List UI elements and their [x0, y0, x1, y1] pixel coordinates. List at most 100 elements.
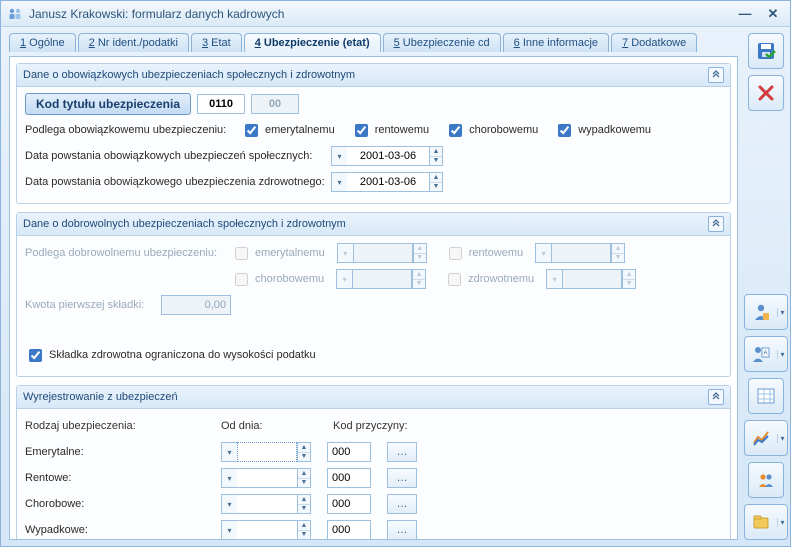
group-title: Dane o dobrowolnych ubezpieczeniach społ…: [23, 218, 346, 230]
dereg-reason-lookup-button[interactable]: …: [387, 520, 417, 540]
mandatory-subject-label: Podlega obowiązkowemu ubezpieczeniu:: [25, 124, 235, 136]
col-date-header: Od dnia:: [221, 420, 327, 432]
people-button[interactable]: [748, 462, 784, 498]
insurance-title-code-button[interactable]: Kod tytułu ubezpieczenia: [25, 93, 191, 115]
tab-0[interactable]: 1 Ogólne: [9, 33, 76, 52]
dereg-date-input[interactable]: [237, 468, 297, 488]
tab-6[interactable]: 7 Dodatkowe: [611, 33, 697, 52]
dereg-date-picker[interactable]: ▾ ▲▼: [221, 520, 311, 540]
dropdown-icon[interactable]: ▾: [221, 494, 237, 514]
cb-vol-chorobowemu: chorobowemu: [231, 270, 324, 289]
dereg-date-picker[interactable]: ▾ ▲▼: [221, 442, 311, 462]
health-date-label: Data powstania obowiązkowego ubezpieczen…: [25, 176, 325, 188]
dereg-row: Chorobowe: ▾ ▲▼ …: [25, 493, 722, 515]
app-window: Janusz Krakowski: formularz danych kadro…: [0, 0, 791, 547]
title-code-input[interactable]: [197, 94, 245, 114]
collapse-button[interactable]: [708, 67, 724, 83]
group-header: Wyrejestrowanie z ubezpieczeń: [17, 386, 730, 409]
vol-emeryt-date: ▾▲▼: [337, 243, 427, 263]
tab-3[interactable]: 4 Ubezpieczenie (etat): [244, 33, 381, 52]
cb-emerytalnemu[interactable]: emerytalnemu: [241, 121, 335, 140]
dropdown-icon[interactable]: ▾: [331, 146, 347, 166]
dereg-reason-code[interactable]: [327, 520, 371, 540]
vol-zdr-date: ▾▲▼: [546, 269, 636, 289]
close-button[interactable]: ✕: [762, 6, 784, 22]
window-title: Janusz Krakowski: formularz danych kadro…: [29, 7, 734, 21]
tab-1[interactable]: 2 Nr ident./podatki: [78, 33, 189, 52]
dropdown-icon[interactable]: ▾: [221, 442, 237, 462]
folder-button[interactable]: ▾: [744, 504, 788, 540]
dereg-reason-lookup-button[interactable]: …: [387, 494, 417, 514]
cb-vol-zdrowotnemu: zdrowotnemu: [444, 270, 534, 289]
social-date-input[interactable]: [347, 146, 429, 166]
minimize-button[interactable]: —: [734, 6, 756, 22]
collapse-button[interactable]: [708, 216, 724, 232]
dereg-row: Wypadkowe:▾▲▼…: [25, 519, 722, 540]
group-header: Dane o obowiązkowych ubezpieczeniach spo…: [17, 64, 730, 87]
dereg-row: Rentowe: ▾ ▲▼ …: [25, 467, 722, 489]
dereg-reason-code[interactable]: [327, 468, 371, 488]
spinner[interactable]: ▲▼: [297, 468, 311, 488]
vol-chor-date: ▾▲▼: [336, 269, 426, 289]
group-body: Rodzaj ubezpieczenia: Od dnia: Kod przyc…: [17, 409, 730, 540]
chart-button[interactable]: ▾: [744, 420, 788, 456]
title-code-suffix: [251, 94, 299, 114]
dropdown-icon[interactable]: ▾: [777, 434, 787, 443]
window-body: 1 Ogólne2 Nr ident./podatki3 Etat4 Ubezp…: [1, 27, 790, 546]
dropdown-icon[interactable]: ▾: [331, 172, 347, 192]
svg-text:A: A: [764, 351, 768, 357]
dropdown-icon[interactable]: ▾: [777, 350, 787, 359]
dereg-date-input[interactable]: [237, 520, 297, 540]
dereg-reason-code[interactable]: [327, 442, 371, 462]
tab-content: Dane o obowiązkowych ubezpieczeniach spo…: [9, 56, 738, 540]
dereg-reason-code[interactable]: [327, 494, 371, 514]
dereg-reason-lookup-button[interactable]: …: [387, 442, 417, 462]
health-date-input[interactable]: [347, 172, 429, 192]
table-button[interactable]: [748, 378, 784, 414]
voluntary-subject-label: Podlega dobrowolnemu ubezpieczeniu:: [25, 247, 225, 259]
cancel-button[interactable]: [748, 75, 784, 111]
social-date-picker[interactable]: ▾ ▲▼: [331, 146, 443, 166]
cb-wypadkowemu[interactable]: wypadkowemu: [554, 121, 651, 140]
dropdown-icon[interactable]: ▾: [777, 308, 787, 317]
titlebar: Janusz Krakowski: formularz danych kadro…: [1, 1, 790, 27]
person-button[interactable]: ▾: [744, 294, 788, 330]
group-header: Dane o dobrowolnych ubezpieczeniach społ…: [17, 213, 730, 236]
right-toolbar: ▾ A ▾ ▾ ▾: [742, 27, 790, 546]
group-title: Dane o obowiązkowych ubezpieczeniach spo…: [23, 69, 355, 81]
tab-4[interactable]: 5 Ubezpieczenie cd: [383, 33, 501, 52]
col-type-header: Rodzaj ubezpieczenia:: [25, 420, 215, 432]
dropdown-icon[interactable]: ▾: [777, 518, 787, 527]
group-body: Kod tytułu ubezpieczenia Podlega obowiąz…: [17, 87, 730, 203]
spinner[interactable]: ▲▼: [429, 146, 443, 166]
dereg-date-input[interactable]: [237, 442, 297, 462]
cb-vol-emerytalnemu: emerytalnemu: [231, 244, 325, 263]
spinner[interactable]: ▲▼: [297, 520, 311, 540]
spinner[interactable]: ▲▼: [429, 172, 443, 192]
spinner[interactable]: ▲▼: [297, 442, 311, 462]
cb-rentowemu[interactable]: rentowemu: [351, 121, 429, 140]
dropdown-icon[interactable]: ▾: [221, 468, 237, 488]
save-button[interactable]: [748, 33, 784, 69]
spinner[interactable]: ▲▼: [297, 494, 311, 514]
person-note-button[interactable]: A ▾: [744, 336, 788, 372]
dereg-date-picker[interactable]: ▾ ▲▼: [221, 468, 311, 488]
cb-chorobowemu[interactable]: chorobowemu: [445, 121, 538, 140]
collapse-button[interactable]: [708, 389, 724, 405]
dereg-date-picker[interactable]: ▾ ▲▼: [221, 494, 311, 514]
cb-limited-health[interactable]: Składka zdrowotna ograniczona do wysokoś…: [25, 346, 316, 365]
dereg-date-input[interactable]: [237, 494, 297, 514]
dropdown-icon[interactable]: ▾: [221, 520, 237, 540]
app-icon: [7, 6, 23, 22]
first-premium-input: [161, 295, 231, 315]
dereg-row-label: Rentowe:: [25, 472, 215, 484]
main-area: 1 Ogólne2 Nr ident./podatki3 Etat4 Ubezp…: [1, 27, 742, 546]
social-date-label: Data powstania obowiązkowych ubezpieczeń…: [25, 150, 325, 162]
dereg-reason-lookup-button[interactable]: …: [387, 468, 417, 488]
tab-5[interactable]: 6 Inne informacje: [503, 33, 609, 52]
dereg-row-label: Emerytalne:: [25, 446, 215, 458]
health-date-picker[interactable]: ▾ ▲▼: [331, 172, 443, 192]
tab-2[interactable]: 3 Etat: [191, 33, 242, 52]
dereg-row-label: Chorobowe:: [25, 498, 215, 510]
cb-vol-rentowemu: rentowemu: [445, 244, 523, 263]
